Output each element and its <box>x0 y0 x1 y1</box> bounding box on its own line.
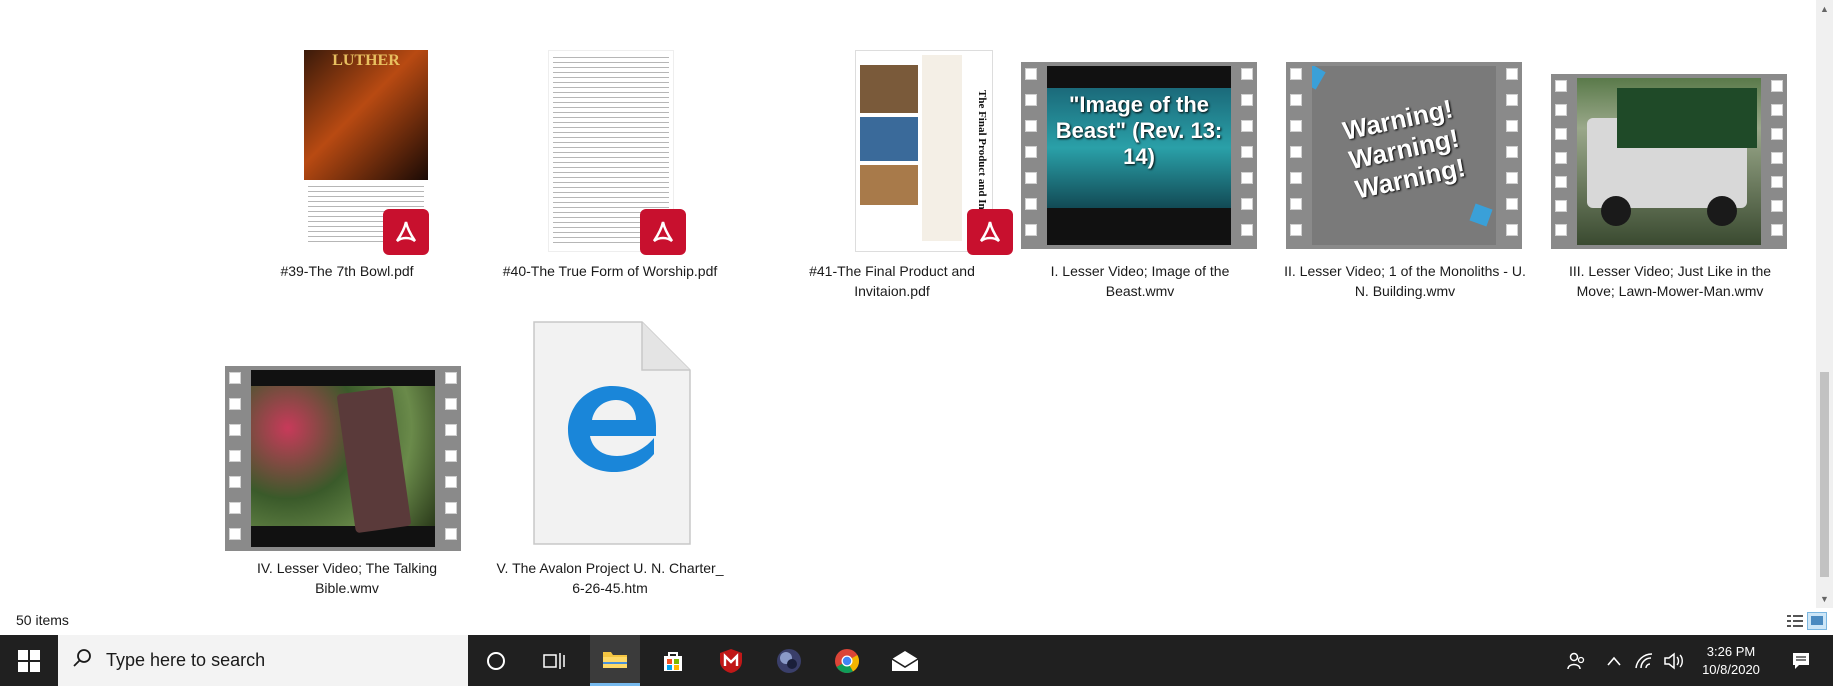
file-name: V. The Avalon Project U. N. Charter_ 6-2… <box>496 560 724 596</box>
store-button[interactable] <box>648 635 698 686</box>
taskbar-clock[interactable]: 3:26 PM 10/8/2020 <box>1691 635 1771 686</box>
film-strip-frame <box>1551 74 1787 249</box>
pdf-thumbnail: LUTHER <box>267 40 429 255</box>
clock-time: 3:26 PM <box>1706 643 1756 659</box>
chevron-up-icon <box>1607 656 1621 666</box>
preview-image <box>860 165 918 205</box>
pdf-thumbnail: The Final Product and In <box>797 40 1013 255</box>
preview-title: LUTHER <box>332 52 400 69</box>
search-placeholder: Type here to search <box>106 650 266 670</box>
globe-app-icon <box>777 648 801 673</box>
preview-caption: "Image of the Beast" (Rev. 13: 14) <box>1055 92 1223 169</box>
mcafee-shield-icon <box>720 648 742 673</box>
start-button[interactable] <box>0 635 58 686</box>
video-preview <box>1577 78 1761 245</box>
file-name: I. Lesser Video; Image of the Beast.wmv <box>1050 263 1230 299</box>
cortana-button[interactable] <box>472 635 520 686</box>
network-button[interactable] <box>1630 635 1658 686</box>
large-icons-view-icon[interactable] <box>1807 612 1827 630</box>
scrollbar-thumb[interactable] <box>1820 372 1829 577</box>
preview-caption: Warning! Warning! Warning! <box>1340 93 1468 205</box>
film-strip-frame: "Image of the Beast" (Rev. 13: 14) <box>1021 62 1257 249</box>
file-item[interactable]: #40-The True Form of Worship.pdf <box>485 40 735 281</box>
pdf-icon <box>383 209 429 255</box>
video-preview <box>251 370 435 547</box>
search-icon <box>72 648 92 673</box>
file-explorer-content: LUTHER #39-The 7th Bowl.pdf #40-The True… <box>0 0 1833 635</box>
video-thumbnail <box>1545 40 1795 255</box>
volume-button[interactable] <box>1660 635 1688 686</box>
edge-icon <box>562 378 662 483</box>
video-thumbnail <box>222 320 472 552</box>
pdf-icon <box>967 209 1013 255</box>
app-button[interactable] <box>764 635 814 686</box>
pdf-icon <box>640 209 686 255</box>
video-preview: Warning! Warning! Warning! <box>1312 66 1496 245</box>
notification-icon <box>1793 652 1809 669</box>
store-icon <box>664 651 682 671</box>
file-name: III. Lesser Video; Just Like in the Move… <box>1568 263 1772 299</box>
chrome-icon <box>835 648 860 673</box>
file-item[interactable]: III. Lesser Video; Just Like in the Move… <box>1545 40 1795 301</box>
action-center-button[interactable] <box>1781 635 1821 686</box>
chrome-button[interactable] <box>822 635 872 686</box>
film-strip-frame: Warning! Warning! Warning! <box>1286 62 1522 249</box>
details-view-icon[interactable] <box>1787 614 1803 628</box>
pdf-thumbnail <box>530 40 690 255</box>
film-strip-frame <box>225 366 461 551</box>
trailer-shape <box>1617 88 1757 148</box>
file-item[interactable]: Warning! Warning! Warning! II. Lesser Vi… <box>1280 40 1530 301</box>
file-item[interactable]: V. The Avalon Project U. N. Charter_ 6-2… <box>485 320 735 598</box>
file-name: #41-The Final Product and Invitaion.pdf <box>809 263 975 299</box>
wifi-icon <box>1635 652 1653 668</box>
file-name: IV. Lesser Video; The Talking Bible.wmv <box>256 560 438 596</box>
people-button[interactable] <box>1560 635 1594 686</box>
preview-image <box>860 117 918 161</box>
people-icon <box>1567 652 1585 669</box>
taskbar: Type here to search 3:26 PM 10/8/2020 <box>0 635 1833 686</box>
file-name: II. Lesser Video; 1 of the Monoliths - U… <box>1284 263 1526 299</box>
file-item[interactable]: IV. Lesser Video; The Talking Bible.wmv <box>222 320 472 598</box>
preview-text-column <box>922 55 962 241</box>
vertical-scrollbar[interactable]: ▲ ▼ <box>1816 0 1833 608</box>
file-item[interactable]: LUTHER #39-The 7th Bowl.pdf <box>222 40 472 281</box>
item-count: 50 items <box>16 612 69 628</box>
file-name: #40-The True Form of Worship.pdf <box>502 263 718 279</box>
htm-thumbnail <box>485 320 735 552</box>
file-explorer-taskbar-button[interactable] <box>590 635 640 686</box>
video-thumbnail: "Image of the Beast" (Rev. 13: 14) <box>1015 40 1265 255</box>
mcafee-button[interactable] <box>706 635 756 686</box>
taskbar-search-box[interactable]: Type here to search <box>58 635 468 686</box>
speaker-icon <box>1664 651 1683 670</box>
video-thumbnail: Warning! Warning! Warning! <box>1280 40 1530 255</box>
scroll-up-arrow-icon[interactable]: ▲ <box>1820 4 1829 14</box>
task-view-button[interactable] <box>530 635 578 686</box>
file-name: #39-The 7th Bowl.pdf <box>280 263 414 279</box>
windows-logo-icon <box>18 649 40 672</box>
preview-image <box>860 65 918 113</box>
video-preview: "Image of the Beast" (Rev. 13: 14) <box>1047 66 1231 245</box>
status-bar: 50 items <box>0 608 1833 635</box>
mail-button[interactable] <box>880 635 930 686</box>
task-view-icon <box>543 652 565 669</box>
clock-date: 10/8/2020 <box>1702 661 1760 677</box>
show-hidden-icons-button[interactable] <box>1600 635 1628 686</box>
file-item[interactable]: "Image of the Beast" (Rev. 13: 14) I. Le… <box>1015 40 1265 301</box>
mail-icon <box>891 650 919 671</box>
cortana-icon <box>487 651 505 670</box>
scroll-down-arrow-icon[interactable]: ▼ <box>1820 594 1829 604</box>
document-icon <box>532 320 692 546</box>
folder-icon <box>603 652 627 668</box>
file-item[interactable]: The Final Product and In #41-The Final P… <box>752 40 1013 301</box>
